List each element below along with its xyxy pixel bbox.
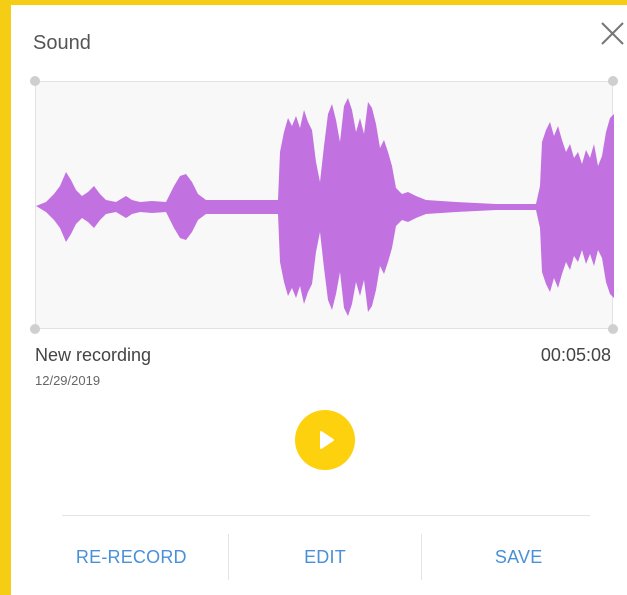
edit-button[interactable]: EDIT	[229, 534, 422, 580]
recording-duration: 00:05:08	[540, 345, 611, 365]
actions-divider	[62, 515, 590, 516]
recording-name: New recording	[35, 345, 152, 365]
close-icon	[601, 22, 624, 45]
waveform	[36, 98, 614, 316]
waveform-area[interactable]	[35, 81, 614, 329]
trim-handle-top-left[interactable]	[30, 76, 40, 86]
play-icon	[320, 431, 334, 449]
close-button[interactable]	[597, 18, 627, 48]
recording-date: 12/29/2019	[35, 373, 101, 388]
trim-handle-top-right[interactable]	[608, 76, 618, 86]
rerecord-button[interactable]: RE-RECORD	[35, 534, 228, 580]
waveform-shape	[36, 98, 614, 316]
trim-handle-bottom-right[interactable]	[608, 324, 618, 334]
dialog-frame-left	[0, 0, 11, 595]
save-button[interactable]: SAVE	[422, 534, 615, 580]
sound-dialog: Sound New recording 12/29/2019 00:05:08 …	[0, 0, 627, 595]
trim-handle-bottom-left[interactable]	[30, 324, 40, 334]
dialog-frame-top	[0, 0, 627, 5]
action-bar: RE-RECORD EDIT SAVE	[35, 534, 615, 580]
dialog-title: Sound	[33, 32, 91, 54]
play-button[interactable]	[295, 410, 355, 470]
